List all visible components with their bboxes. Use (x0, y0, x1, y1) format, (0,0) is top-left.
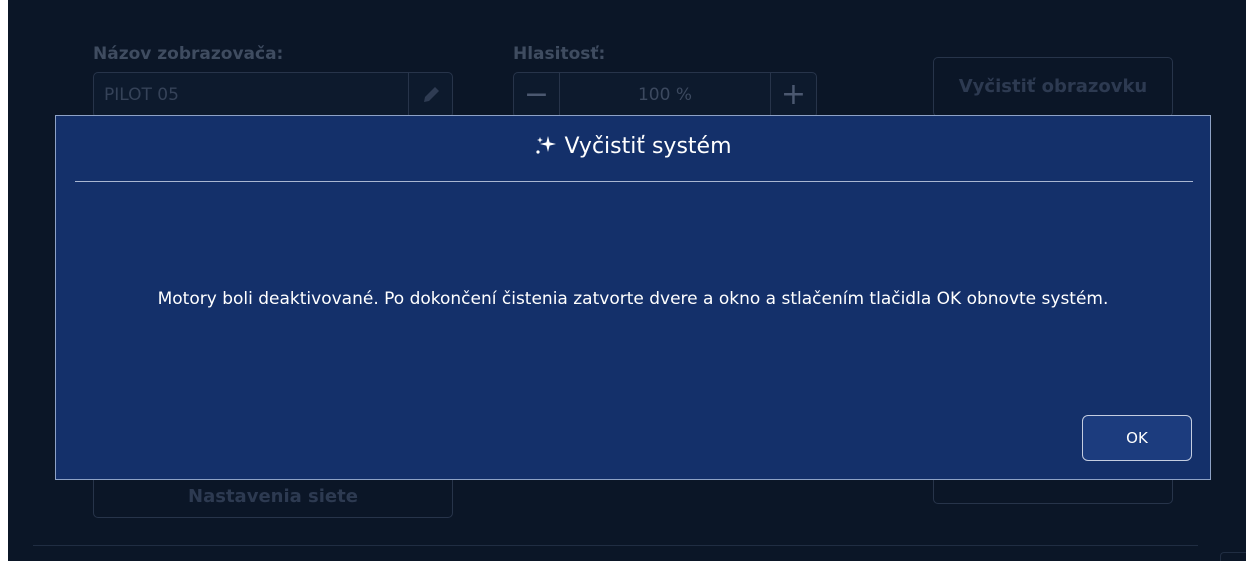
app-window: Názov zobrazovača: PILOT 05 Hlasitosť: −… (8, 0, 1246, 561)
dialog-header: Vyčistiť systém (56, 134, 1210, 159)
display-name-value: PILOT 05 (104, 85, 179, 105)
volume-increase-button[interactable]: + (770, 73, 816, 117)
dialog-message: Motory boli deaktivované. Po dokončení č… (157, 289, 1109, 309)
ok-button[interactable]: OK (1082, 415, 1192, 461)
volume-stepper: − 100 % + (513, 72, 817, 118)
display-name-label: Názov zobrazovača: (93, 44, 284, 64)
footer-divider (33, 545, 1198, 546)
dialog-title: Vyčistiť systém (564, 134, 732, 159)
pencil-icon (424, 87, 439, 102)
display-name-field[interactable]: PILOT 05 (93, 72, 453, 118)
dialog-divider (75, 181, 1193, 182)
clean-screen-button[interactable]: Vyčistiť obrazovku (933, 57, 1173, 117)
clean-system-dialog: Vyčistiť systém Motory boli deaktivované… (55, 115, 1211, 480)
edit-name-button[interactable] (408, 73, 452, 117)
footer-corner (1220, 552, 1246, 561)
sparkles-icon (536, 136, 557, 154)
volume-decrease-button[interactable]: − (514, 73, 560, 117)
volume-label: Hlasitosť: (513, 44, 606, 64)
volume-value: 100 % (637, 85, 692, 105)
